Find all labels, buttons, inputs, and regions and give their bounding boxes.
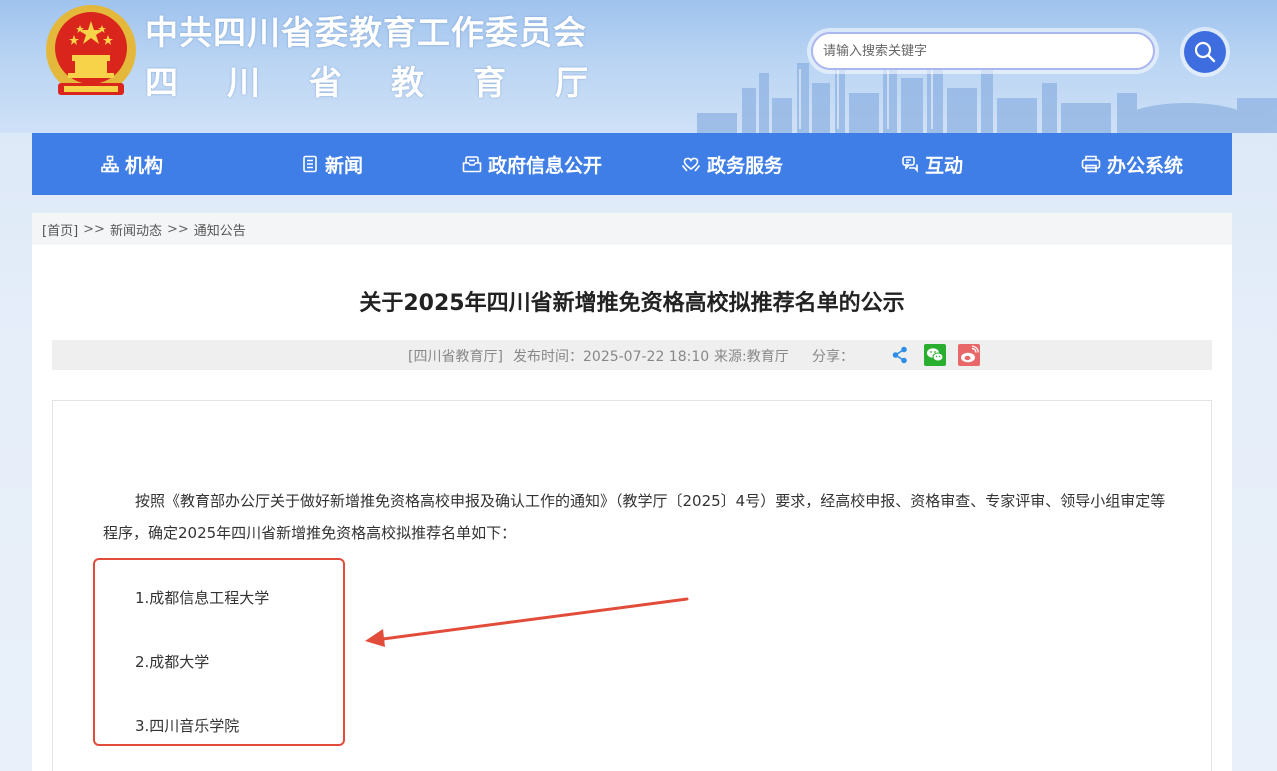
share-icon[interactable] bbox=[889, 344, 911, 366]
article-body: 按照《教育部办公厅关于做好新增推免资格高校申报及确认工作的通知》（教学厅〔202… bbox=[52, 400, 1212, 771]
search-box bbox=[807, 28, 1159, 74]
search-icon bbox=[1194, 41, 1216, 63]
breadcrumb-separator: >> bbox=[166, 221, 189, 237]
breadcrumb: [首页] >> 新闻动态 >> 通知公告 bbox=[32, 213, 1232, 245]
nav-item-news[interactable]: 新闻 bbox=[232, 133, 432, 195]
highlight-annotation-box bbox=[93, 558, 345, 746]
meta-share-label: 分享： bbox=[812, 349, 854, 365]
article-meta-bar: [四川省教育厅] 发布时间：2025-07-22 18:10 来源:教育厅 分享… bbox=[52, 340, 1212, 370]
article-paragraph: 按照《教育部办公厅关于做好新增推免资格高校申报及确认工作的通知》（教学厅〔202… bbox=[103, 492, 1166, 542]
site-header: 中共四川省委教育工作委员会 四川省教育厅 bbox=[0, 0, 1277, 133]
nav-item-org[interactable]: 机构 bbox=[32, 133, 232, 195]
printer-icon bbox=[1081, 155, 1101, 173]
nav-item-interact[interactable]: 互动 bbox=[832, 133, 1032, 195]
national-emblem bbox=[46, 5, 136, 95]
breadcrumb-news[interactable]: 新闻动态 bbox=[110, 220, 162, 239]
search-button-inner[interactable] bbox=[1184, 31, 1226, 73]
wechat-icon[interactable] bbox=[924, 344, 946, 366]
nav-label-news: 新闻 bbox=[324, 154, 363, 177]
nav-item-office[interactable]: 办公系统 bbox=[1032, 133, 1232, 195]
search-input[interactable] bbox=[811, 32, 1155, 70]
breadcrumb-separator: >> bbox=[83, 221, 105, 237]
nav-item-services[interactable]: 政务服务 bbox=[632, 133, 832, 195]
annotation-arrow bbox=[365, 597, 689, 647]
breadcrumb-notice[interactable]: 通知公告 bbox=[194, 220, 246, 239]
org-chart-icon bbox=[101, 155, 119, 173]
heart-hands-icon bbox=[681, 157, 701, 172]
main-nav: 机构 新闻 政府信息公开 政务服务 互动 办公系统 bbox=[32, 133, 1232, 195]
site-title-line1: 中共四川省委教育工作委员会 bbox=[145, 13, 587, 52]
chat-icon bbox=[902, 156, 918, 173]
nav-label-interact: 互动 bbox=[924, 154, 963, 177]
meta-source: 来源:教育厅 bbox=[714, 349, 789, 365]
weibo-icon[interactable] bbox=[958, 344, 980, 366]
meta-department: [四川省教育厅] bbox=[408, 349, 503, 365]
nav-label-office: 办公系统 bbox=[1106, 154, 1183, 177]
gov-info-icon bbox=[462, 156, 482, 173]
meta-publish-time: 发布时间：2025-07-22 18:10 bbox=[513, 349, 710, 365]
nav-label-services: 政务服务 bbox=[706, 154, 783, 177]
article-title: 关于2025年四川省新增推免资格高校拟推荐名单的公示 bbox=[359, 291, 905, 316]
breadcrumb-home[interactable]: [首页] bbox=[42, 220, 78, 239]
site-title-line2: 四川省教育厅 bbox=[145, 63, 637, 102]
search-button[interactable] bbox=[1180, 27, 1230, 77]
news-icon bbox=[303, 155, 317, 173]
nav-item-gov-info[interactable]: 政府信息公开 bbox=[432, 133, 632, 195]
nav-label-org: 机构 bbox=[124, 154, 163, 177]
nav-label-gov-info: 政府信息公开 bbox=[487, 154, 602, 177]
article-container: 关于2025年四川省新增推免资格高校拟推荐名单的公示 [四川省教育厅] 发布时间… bbox=[32, 245, 1232, 771]
